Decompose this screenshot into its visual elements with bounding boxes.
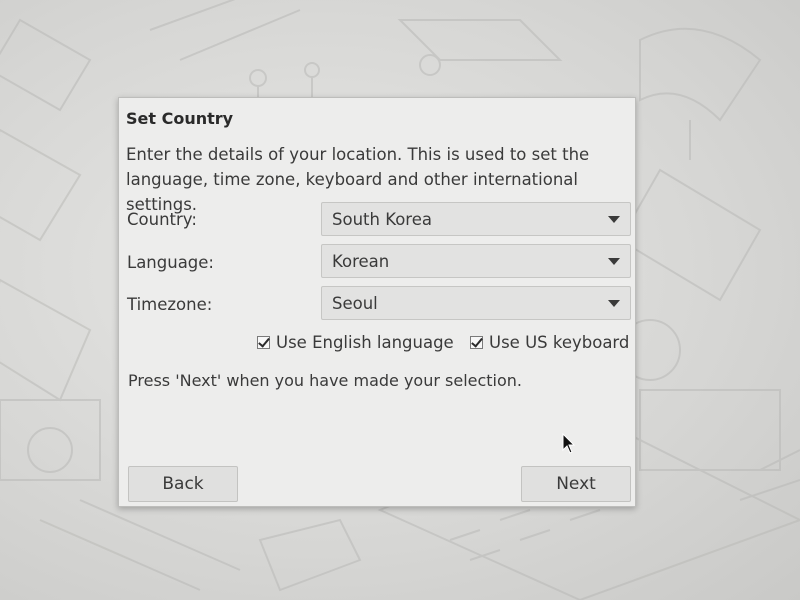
use-us-keyboard-checkbox[interactable]: Use US keyboard [470,333,629,352]
use-english-label: Use English language [276,333,454,352]
language-value: Korean [332,252,390,271]
dialog-title: Set Country [126,109,234,128]
timezone-dropdown[interactable]: Seoul [321,286,631,320]
checkbox-checked-icon [470,336,483,349]
timezone-value: Seoul [332,294,378,313]
chevron-down-icon [608,258,620,265]
mouse-pointer-icon [562,433,576,454]
country-value: South Korea [332,210,432,229]
chevron-down-icon [608,300,620,307]
country-label: Country: [127,210,197,229]
next-button[interactable]: Next [521,466,631,502]
timezone-label: Timezone: [127,295,213,314]
set-country-dialog: Set Country Enter the details of your lo… [118,97,636,507]
language-dropdown[interactable]: Korean [321,244,631,278]
use-english-checkbox[interactable]: Use English language [257,333,454,352]
checkbox-checked-icon [257,336,270,349]
instruction-text: Press 'Next' when you have made your sel… [128,371,523,390]
country-dropdown[interactable]: South Korea [321,202,631,236]
back-button[interactable]: Back [128,466,238,502]
chevron-down-icon [608,216,620,223]
use-us-keyboard-label: Use US keyboard [489,333,630,352]
language-label: Language: [127,253,214,272]
